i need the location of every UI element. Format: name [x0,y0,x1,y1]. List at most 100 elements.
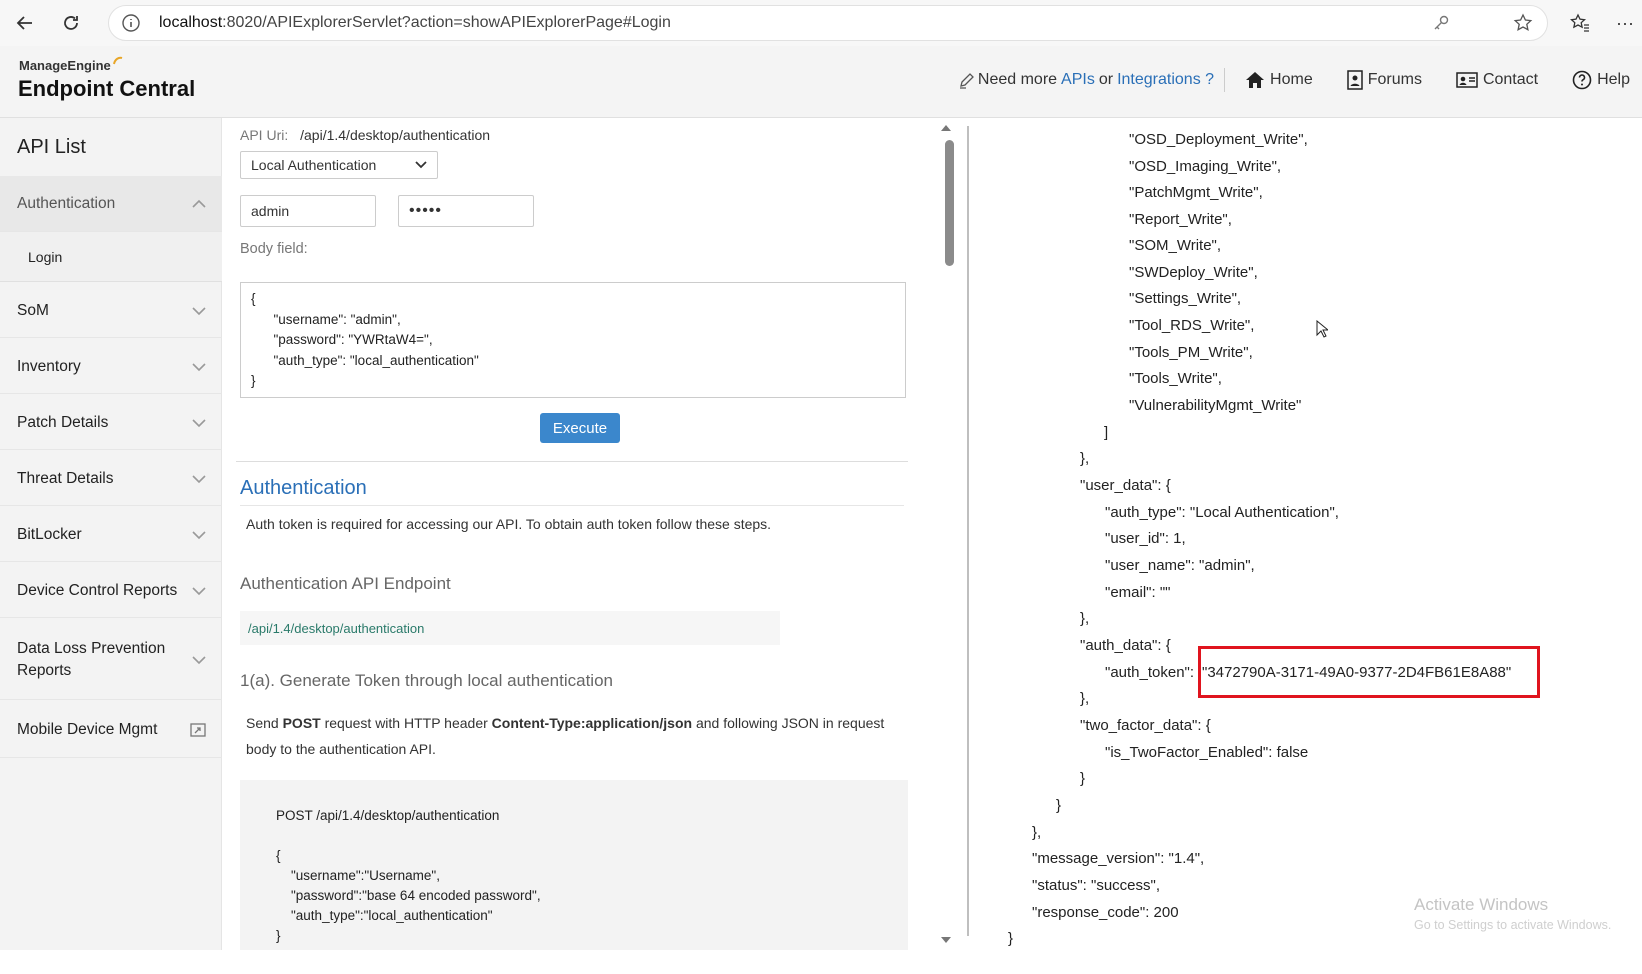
json-line: "email": "" [1105,584,1171,601]
api-uri-row: API Uri: /api/1.4/desktop/authentication [240,127,490,143]
section-divider [236,461,908,462]
scroll-up-arrow-icon[interactable] [941,124,951,132]
sidebar-title: API List [17,136,86,158]
sidebar-item-inventory[interactable]: Inventory [0,340,222,394]
step-text: body to the authentication API. [246,741,436,757]
json-line: }, [1032,824,1042,841]
sidebar-item-threat-details[interactable]: Threat Details [0,452,222,506]
sidebar-item-som[interactable]: SoM [0,284,222,338]
step-description: Send POST request with HTTP header Conte… [246,710,886,762]
json-line: "OSD_Deployment_Write", [1129,131,1308,148]
help-link[interactable]: Help [1572,70,1630,90]
json-line: "Tools_PM_Write", [1129,344,1253,361]
chevron-down-icon [192,418,206,427]
sidebar-item-label: Patch Details [17,413,109,431]
endpoint-link[interactable]: /api/1.4/desktop/authentication [248,621,424,636]
step-text: request with HTTP header [324,715,488,731]
reload-button[interactable] [54,6,88,40]
sidebar-subitem-login[interactable]: Login [0,232,222,282]
scrollbar-thumb[interactable] [945,140,954,266]
help-icon [1572,70,1592,90]
json-line: ] [1104,424,1109,441]
step-text: and following JSON in request [695,715,885,731]
scroll-down-arrow-icon[interactable] [941,936,951,944]
forums-label: Forums [1367,71,1422,88]
json-line: "auth_data": { [1080,637,1171,654]
forums-link[interactable]: Forums [1346,70,1422,90]
integrations-link[interactable]: Integrations ? [1117,71,1214,89]
sidebar-item-mobile-device-mgmt[interactable]: Mobile Device Mgmt [0,702,222,758]
sidebar-item-label: Inventory [17,357,81,375]
address-bar[interactable]: localhost:8020/APIExplorerServlet?action… [108,5,1548,41]
promo-prefix: Need more [977,71,1058,88]
auth-token-highlight-box [1198,646,1540,698]
code-line: } [276,928,281,943]
url-path: :8020/APIExplorerServlet?action=showAPIE… [222,14,671,31]
site-info-icon[interactable] [121,13,143,33]
api-uri-value: /api/1.4/desktop/authentication [300,127,491,143]
auth-type-value: Local Authentication [251,157,377,173]
chevron-down-icon [192,586,206,595]
endpoint-url-box: /api/1.4/desktop/authentication [240,611,780,645]
integrations-promo: Need more APIs or Integrations ? [958,68,1226,92]
json-line: "Report_Write", [1129,211,1232,228]
panel-separator [967,126,969,936]
json-line: } [1080,770,1086,787]
username-field[interactable]: admin [240,195,376,227]
home-link[interactable]: Home [1245,71,1313,89]
sidebar-item-patch-details[interactable]: Patch Details [0,396,222,450]
favorite-star-icon[interactable] [1513,13,1533,33]
contact-icon [1456,72,1478,88]
password-field[interactable]: ••••• [398,195,534,227]
sidebar-item-data-loss-prevention-reports[interactable]: Data Loss Prevention Reports [0,620,222,700]
json-line: "user_id": 1, [1105,530,1186,547]
chevron-down-icon [192,306,206,315]
auth-type-select[interactable]: Local Authentication [240,151,438,179]
json-line: "PatchMgmt_Write", [1129,184,1263,201]
app-header: ManageEngine Endpoint Central Need more … [0,46,1642,118]
code-line: { [276,848,281,863]
chevron-down-icon [192,655,206,664]
sidebar-item-label: Device Control Reports [17,581,178,599]
header-links: Need more APIs or Integrations ? Home Fo… [958,68,1630,92]
reload-icon [64,16,78,30]
body-line: { [251,291,256,306]
key-icon[interactable] [1431,13,1451,33]
json-line: } [1008,930,1014,947]
sidebar-item-authentication[interactable]: Authentication [0,176,222,232]
activate-windows-watermark: Activate Windows [1414,895,1549,914]
code-line: "auth_type":"local_authentication" [276,908,493,923]
step-text: Send [246,715,279,731]
sidebar-item-label: BitLocker [17,525,82,543]
json-line: }, [1080,610,1090,627]
step-header: Content-Type:application/json [491,715,693,731]
body-line: "auth_type": "local_authentication" [251,352,479,368]
execute-button[interactable]: Execute [540,413,620,443]
body-line: "username": "admin", [251,311,401,327]
more-menu-icon[interactable]: ··· [1616,13,1634,34]
favorites-icon[interactable] [1569,13,1590,38]
url-text[interactable]: localhost:8020/APIExplorerServlet?action… [159,14,671,32]
json-line: "Tool_RDS_Write", [1129,317,1255,334]
code-line: POST /api/1.4/desktop/authentication [276,808,500,823]
sidebar-item-device-control-reports[interactable]: Device Control Reports [0,564,222,618]
username-value: admin [251,203,290,219]
home-icon [1246,72,1265,88]
pen-icon [959,73,974,89]
body-field-textarea[interactable]: { "username": "admin", "password": "YWRt… [240,282,906,398]
back-button[interactable] [8,6,42,40]
logo-brand: ManageEngine [19,58,111,73]
json-line: }, [1080,450,1090,467]
body-field-label: Body field: [240,241,308,257]
sidebar-subitem-label: Login [28,248,63,265]
json-line: "user_data": { [1080,477,1171,494]
promo-or: or [1098,71,1114,88]
help-label: Help [1597,71,1630,88]
api-list-sidebar: API List Authentication Login SoM Invent… [0,118,222,950]
sidebar-item-bitlocker[interactable]: BitLocker [0,508,222,562]
json-line: "auth_type": "Local Authentication", [1105,504,1339,521]
contact-link[interactable]: Contact [1456,71,1538,89]
json-line: "Settings_Write", [1129,290,1242,307]
apis-link[interactable]: APIs [1061,71,1095,89]
chevron-down-icon [192,474,206,483]
